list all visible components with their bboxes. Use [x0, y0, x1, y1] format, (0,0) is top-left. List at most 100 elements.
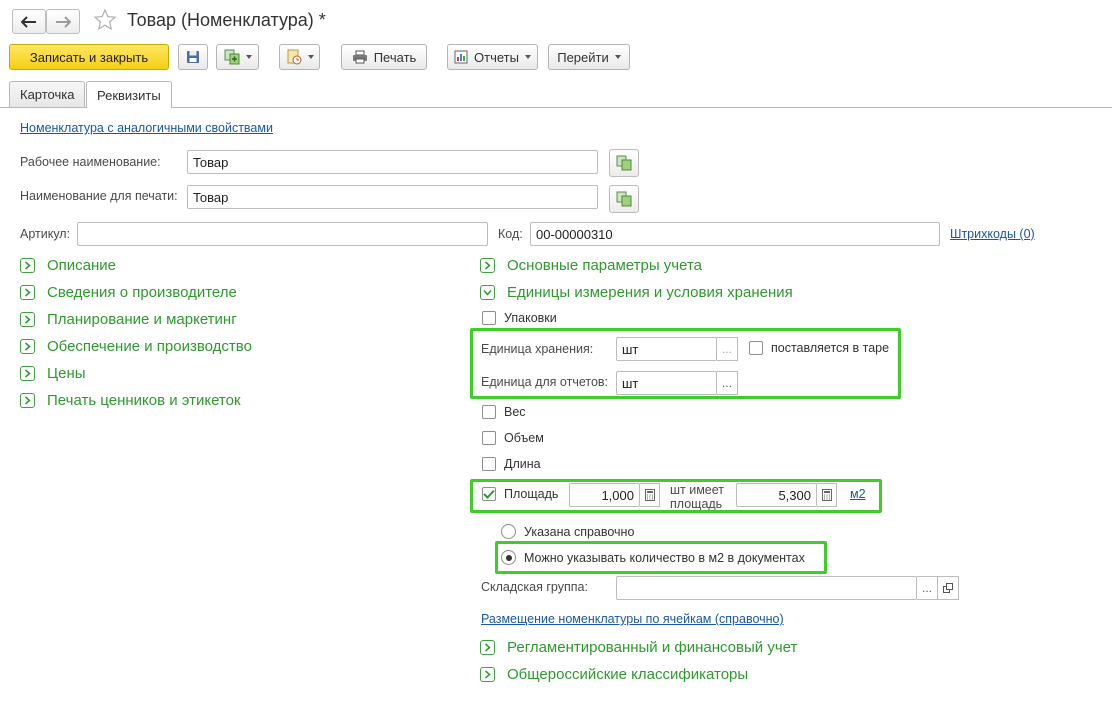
create-based-on-button[interactable] [216, 44, 259, 70]
calculator-button[interactable] [817, 483, 837, 507]
weight-checkbox[interactable]: Вес [482, 405, 526, 419]
warehouse-group-open-button[interactable] [938, 576, 959, 600]
collapse-icon [480, 285, 495, 300]
copy-green-icon [616, 155, 632, 171]
tab-card[interactable]: Карточка [9, 81, 86, 107]
group-supply[interactable]: Обеспечение и производство [20, 338, 252, 355]
document-clock-icon [287, 49, 301, 65]
copy-green-icon [616, 191, 632, 207]
group-title: Основные параметры учета [507, 257, 703, 274]
expand-icon [20, 366, 35, 381]
report-unit-select-button[interactable]: ... [717, 371, 738, 395]
area-qty-input[interactable]: 1,000 [569, 483, 640, 507]
back-button[interactable] [12, 9, 46, 34]
group-title: Цены [47, 365, 86, 382]
warehouse-group-select-button[interactable]: ... [917, 576, 938, 600]
storage-unit-select-button[interactable]: ... [717, 337, 738, 361]
radio-documents-label: Можно указывать количество в м2 в докуме… [524, 550, 805, 565]
arrow-left-icon [21, 15, 36, 28]
checkbox-box [482, 431, 496, 445]
favorite-star-icon[interactable] [93, 8, 117, 35]
radio-dot [505, 554, 512, 561]
expand-icon [20, 258, 35, 273]
print-name-label: Наименование для печати: [20, 189, 178, 203]
article-input[interactable] [77, 222, 488, 246]
similar-items-link[interactable]: Номенклатура с аналогичными свойствами [20, 121, 273, 135]
code-input[interactable]: 00-00000310 [530, 222, 940, 246]
reports-button[interactable]: Отчеты [447, 44, 538, 70]
print-name-input[interactable]: Товар [187, 185, 598, 209]
calculator-icon [821, 489, 832, 501]
area-unit-link[interactable]: м2 [850, 487, 866, 501]
group-title: Печать ценников и этикеток [47, 392, 241, 409]
group-planning[interactable]: Планирование и маркетинг [20, 311, 237, 328]
group-title: Регламентированный и финансовый учет [507, 639, 798, 656]
warehouse-group-input[interactable] [616, 576, 917, 600]
weight-label: Вес [504, 405, 526, 419]
expand-icon [480, 258, 495, 273]
group-prices[interactable]: Цены [20, 365, 86, 382]
area-value-input[interactable]: 5,300 [736, 483, 817, 507]
save-and-close-button[interactable]: Записать и закрыть [9, 44, 169, 70]
length-label: Длина [504, 457, 541, 471]
dropdown-caret-icon [614, 55, 621, 59]
barcodes-link[interactable]: Штрихкоды (0) [950, 227, 1035, 241]
volume-checkbox[interactable]: Объем [482, 431, 544, 445]
print-name-translate-button[interactable] [609, 185, 639, 213]
group-description[interactable]: Описание [20, 257, 116, 274]
tara-label: поставляется в таре [771, 341, 890, 355]
printer-icon [352, 50, 367, 64]
working-name-input[interactable]: Товар [187, 150, 598, 174]
checkbox-box [482, 311, 496, 325]
save-button[interactable] [178, 44, 208, 70]
expand-icon [20, 285, 35, 300]
group-manufacturer[interactable]: Сведения о производителе [20, 284, 237, 301]
radio-reference-label: Указана справочно [524, 524, 635, 539]
goto-label: Перейти [557, 49, 609, 65]
group-price-tags[interactable]: Печать ценников и этикеток [20, 392, 241, 409]
print-button[interactable]: Печать [341, 44, 427, 70]
expand-icon [480, 667, 495, 682]
checkbox-box [749, 341, 763, 355]
code-label: Код: [498, 227, 523, 241]
group-title: Планирование и маркетинг [47, 311, 237, 328]
group-classifiers[interactable]: Общероссийские классификаторы [480, 666, 748, 683]
radio-documents[interactable]: Можно указывать количество в м2 в докуме… [501, 550, 805, 565]
packages-checkbox[interactable]: Упаковки [482, 311, 557, 325]
volume-label: Объем [504, 431, 544, 445]
storage-unit-input[interactable]: шт [616, 337, 717, 361]
group-main-params[interactable]: Основные параметры учета [480, 257, 702, 274]
group-units-storage[interactable]: Единицы измерения и условия хранения [480, 284, 793, 301]
working-name-translate-button[interactable] [609, 149, 639, 177]
floppy-disk-icon [187, 51, 199, 63]
dropdown-caret-icon [524, 55, 531, 59]
working-name-label: Рабочее наименование: [20, 155, 161, 169]
storage-unit-label: Единица хранения: [481, 342, 594, 356]
checkmark-icon [483, 489, 495, 499]
tara-checkbox[interactable]: поставляется в таре [749, 341, 889, 355]
tab-requisites[interactable]: Реквизиты [86, 81, 172, 108]
area-label: Площадь [504, 487, 559, 501]
calculator-icon [644, 489, 655, 501]
checkbox-box [482, 487, 496, 501]
cells-placement-link[interactable]: Размещение номенклатуры по ячейкам (спра… [481, 612, 784, 626]
expand-icon [20, 393, 35, 408]
length-checkbox[interactable]: Длина [482, 457, 541, 471]
arrow-right-icon [56, 15, 71, 28]
article-label: Артикул: [20, 227, 71, 241]
group-regulated[interactable]: Регламентированный и финансовый учет [480, 639, 797, 656]
report-unit-input[interactable]: шт [616, 371, 717, 395]
calculator-button[interactable] [640, 483, 660, 507]
area-checkbox[interactable]: Площадь [482, 487, 558, 501]
radio-reference[interactable]: Указана справочно [501, 524, 634, 539]
attachments-button[interactable] [279, 44, 320, 70]
group-title: Описание [47, 257, 117, 274]
packages-label: Упаковки [504, 311, 557, 325]
dropdown-caret-icon [307, 55, 314, 59]
print-label: Печать [373, 49, 417, 65]
group-title: Обеспечение и производство [47, 338, 252, 355]
goto-button[interactable]: Перейти [548, 44, 630, 70]
checkbox-box [482, 405, 496, 419]
checkbox-box [482, 457, 496, 471]
forward-button[interactable] [46, 9, 80, 34]
